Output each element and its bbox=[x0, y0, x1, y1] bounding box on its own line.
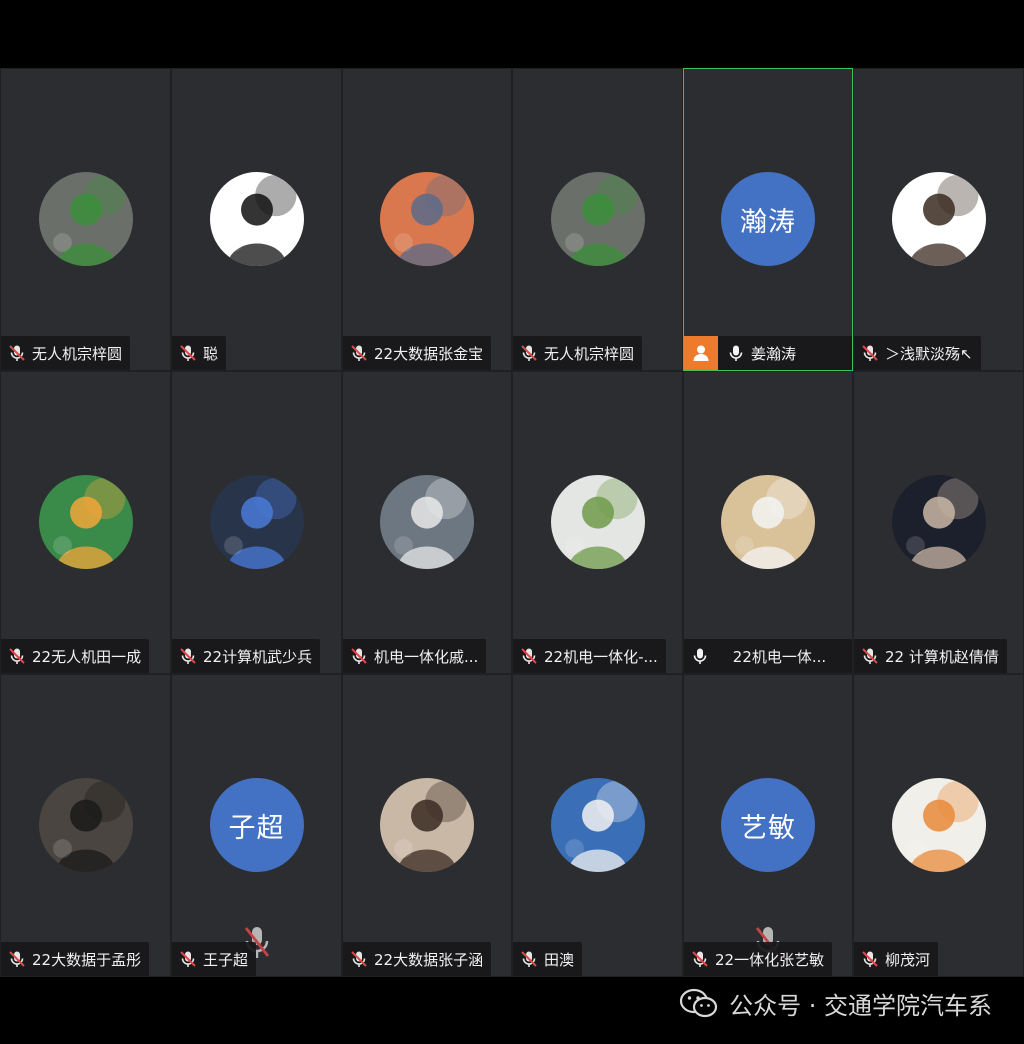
name-bar: 机电一体化戚... bbox=[343, 639, 487, 673]
car-photo-avatar bbox=[721, 475, 815, 569]
participant-name: 无人机宗梓圆 bbox=[544, 344, 635, 363]
participant-tile[interactable]: 子超王子超 bbox=[171, 674, 342, 977]
mic-muted-icon bbox=[690, 949, 710, 969]
participant-name: 22机电一体... bbox=[732, 647, 827, 666]
anime-boy-avatar bbox=[380, 778, 474, 872]
participant-name: 22大数据张子涵 bbox=[374, 950, 484, 969]
participant-tile[interactable]: 艺敏 22一体化张艺敏 bbox=[683, 674, 853, 977]
participant-name: 22无人机田一成 bbox=[32, 647, 142, 666]
mic-muted-icon bbox=[178, 343, 198, 363]
name-bar: 22机电一体化-... bbox=[513, 639, 666, 673]
mic-muted-icon bbox=[860, 949, 880, 969]
participant-tile[interactable]: 无人机宗梓圆 bbox=[0, 68, 171, 371]
participant-name: 王子超 bbox=[203, 950, 249, 969]
mic-muted-icon bbox=[7, 646, 27, 666]
mic-icon bbox=[726, 343, 746, 363]
participant-name: 22 计算机赵倩倩 bbox=[885, 647, 999, 666]
mic-muted-icon bbox=[349, 949, 369, 969]
mic-muted-icon bbox=[178, 949, 198, 969]
stitch-avatar bbox=[209, 475, 304, 569]
mic-muted-icon bbox=[349, 646, 369, 666]
name-bar: 王子超 bbox=[172, 942, 257, 976]
mic-muted-icon bbox=[519, 646, 539, 666]
watermark-text: 公众号 · 交通学院汽车系 bbox=[729, 991, 992, 1020]
racing-helmet-avatar bbox=[550, 778, 645, 872]
participant-name: 无人机宗梓圆 bbox=[32, 344, 123, 363]
name-bar: 22无人机田一成 bbox=[1, 639, 150, 673]
participant-name: 22大数据于孟彤 bbox=[32, 950, 142, 969]
name-bar: 柳茂河 bbox=[854, 942, 939, 976]
cartoon-robot-avatar bbox=[38, 475, 133, 569]
participant-name: 姜瀚涛 bbox=[751, 344, 797, 363]
mic-muted-icon bbox=[860, 646, 880, 666]
cartoon-boy-avatar bbox=[891, 172, 986, 266]
participant-tile[interactable]: 柳茂河 bbox=[853, 674, 1024, 977]
participant-tile[interactable]: 22计算机武少兵 bbox=[171, 371, 342, 674]
participant-tile[interactable]: 22无人机田一成 bbox=[0, 371, 171, 674]
participant-name: 聪 bbox=[203, 344, 219, 363]
name-bar: 无人机宗梓圆 bbox=[513, 336, 643, 370]
participant-name: 22一体化张艺敏 bbox=[715, 950, 825, 969]
participant-tile[interactable]: 无人机宗梓圆 bbox=[512, 68, 683, 371]
name-bar: 22大数据于孟彤 bbox=[1, 942, 150, 976]
participant-tile[interactable]: ＞浅默淡殇↖ bbox=[853, 68, 1024, 371]
participant-tile[interactable]: 22机电一体化-... bbox=[512, 371, 683, 674]
flower-photo-avatar bbox=[550, 475, 645, 569]
participant-tile[interactable]: 22大数据张金宝 bbox=[342, 68, 512, 371]
wechat-icon bbox=[680, 988, 718, 1018]
sunset-anime-avatar bbox=[380, 172, 474, 266]
sketch-avatar bbox=[209, 172, 304, 266]
name-bar: 22计算机武少兵 bbox=[172, 639, 321, 673]
mic-muted-icon bbox=[7, 343, 27, 363]
name-bar: ＞浅默淡殇↖ bbox=[854, 336, 981, 370]
name-bar: 22大数据张子涵 bbox=[343, 942, 492, 976]
participant-tile[interactable]: 22 计算机赵倩倩 bbox=[853, 371, 1024, 674]
participant-name: 柳茂河 bbox=[885, 950, 931, 969]
name-bar: 22 计算机赵倩倩 bbox=[854, 639, 1007, 673]
participant-name: 田澳 bbox=[544, 950, 575, 969]
participant-name: 机电一体化戚... bbox=[374, 647, 479, 666]
video-grid: 无人机宗梓圆 聪 22大数据张金宝 无人机宗梓圆 瀚涛姜瀚涛 ＞浅默淡殇↖ 22无人机田一成… bbox=[0, 68, 1024, 977]
name-bar: 22机电一体... bbox=[684, 639, 852, 673]
text-avatar: 子超 bbox=[209, 778, 304, 872]
participant-name: 22大数据张金宝 bbox=[374, 344, 484, 363]
anime-girl-avatar bbox=[891, 475, 986, 569]
mic-muted-icon bbox=[519, 949, 539, 969]
participant-tile[interactable]: 22大数据于孟彤 bbox=[0, 674, 171, 977]
participant-name: ＞浅默淡殇↖ bbox=[885, 344, 973, 363]
text-avatar: 艺敏 bbox=[721, 778, 815, 872]
mic-icon bbox=[690, 646, 710, 666]
participant-tile[interactable]: 22机电一体... bbox=[683, 371, 853, 674]
text-avatar: 瀚涛 bbox=[721, 172, 815, 266]
name-bar: 22大数据张金宝 bbox=[343, 336, 492, 370]
woman-photo-avatar bbox=[38, 172, 133, 266]
duck-toy-avatar bbox=[891, 778, 986, 872]
participant-tile[interactable]: 田澳 bbox=[512, 674, 683, 977]
name-bar: 田澳 bbox=[513, 942, 583, 976]
wave-art-avatar bbox=[380, 475, 474, 569]
mic-muted-icon bbox=[860, 343, 880, 363]
name-bar: 聪 bbox=[172, 336, 227, 370]
participant-tile[interactable]: 聪 bbox=[171, 68, 342, 371]
dark-photo-avatar bbox=[38, 778, 133, 872]
participant-tile[interactable]: 机电一体化戚... bbox=[342, 371, 512, 674]
name-bar: 无人机宗梓圆 bbox=[1, 336, 131, 370]
name-bar: 姜瀚涛 bbox=[684, 336, 852, 370]
mic-muted-icon bbox=[519, 343, 539, 363]
participant-name: 22机电一体化-... bbox=[544, 647, 658, 666]
mic-muted-icon bbox=[7, 949, 27, 969]
name-bar: 22一体化张艺敏 bbox=[684, 942, 833, 976]
participant-name: 22计算机武少兵 bbox=[203, 647, 313, 666]
mic-muted-icon bbox=[349, 343, 369, 363]
woman-photo-avatar bbox=[550, 172, 645, 266]
host-person-icon bbox=[684, 336, 718, 370]
mic-muted-icon bbox=[178, 646, 198, 666]
watermark: 公众号 · 交通学院汽车系 bbox=[679, 986, 992, 1020]
participant-tile[interactable]: 22大数据张子涵 bbox=[342, 674, 512, 977]
participant-tile[interactable]: 瀚涛姜瀚涛 bbox=[683, 68, 853, 371]
